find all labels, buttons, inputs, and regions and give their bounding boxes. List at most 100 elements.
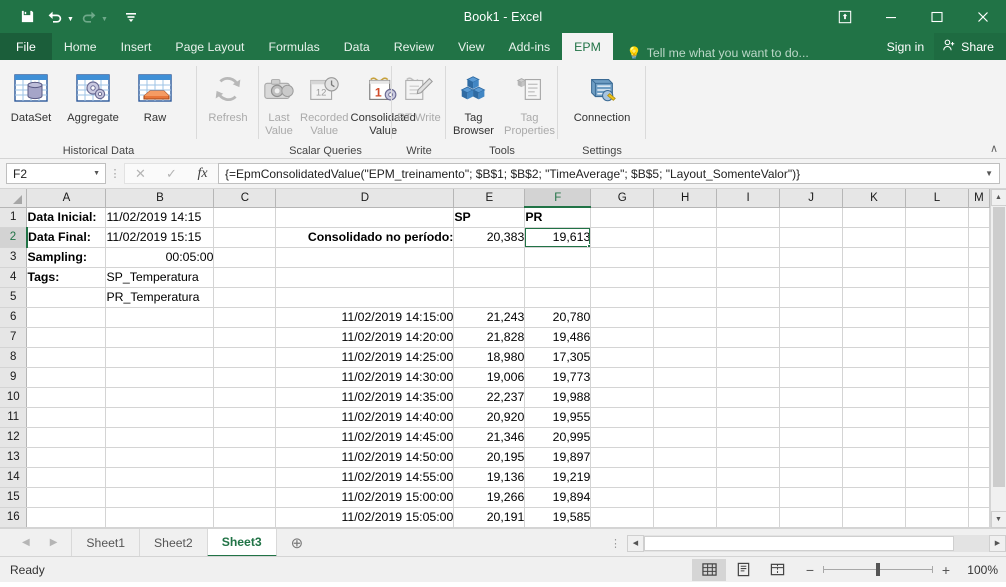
page-layout-view-icon[interactable]	[726, 559, 760, 581]
name-box[interactable]: F2 ▼	[6, 163, 106, 184]
tab-add-ins[interactable]: Add-ins	[496, 33, 562, 60]
cell-b14[interactable]	[106, 467, 214, 487]
row-header-16[interactable]: 16	[0, 507, 27, 527]
cell-k9[interactable]	[843, 367, 906, 387]
row-header-5[interactable]: 5	[0, 287, 27, 307]
cell-d1[interactable]	[276, 207, 454, 227]
cell-l7[interactable]	[905, 327, 968, 347]
cell-e12[interactable]: 21,346	[454, 427, 525, 447]
sheet-tab-sheet2[interactable]: Sheet2	[139, 529, 207, 557]
cell-c6[interactable]	[214, 307, 276, 327]
cell-g4[interactable]	[591, 267, 654, 287]
cell-m10[interactable]	[968, 387, 989, 407]
cell-g14[interactable]	[591, 467, 654, 487]
cell-e1[interactable]: SP	[454, 207, 525, 227]
cell-m9[interactable]	[968, 367, 989, 387]
ribbon-button-recorded-value[interactable]: 12 Recorded Value	[299, 64, 350, 138]
ribbon-button-aggregate[interactable]: Aggregate	[62, 64, 124, 125]
tab-page-layout[interactable]: Page Layout	[163, 33, 256, 60]
column-header-d[interactable]: D	[276, 189, 454, 207]
cell-j12[interactable]	[780, 427, 843, 447]
cell-d9[interactable]: 11/02/2019 14:30:00	[276, 367, 454, 387]
zoom-level-label[interactable]: 100%	[958, 563, 998, 577]
cell-j3[interactable]	[780, 247, 843, 267]
cell-d15[interactable]: 11/02/2019 15:00:00	[276, 487, 454, 507]
tab-epm[interactable]: EPM	[562, 33, 613, 60]
cell-j9[interactable]	[780, 367, 843, 387]
cell-j6[interactable]	[780, 307, 843, 327]
cell-b15[interactable]	[106, 487, 214, 507]
row-header-1[interactable]: 1	[0, 207, 27, 227]
cell-l8[interactable]	[905, 347, 968, 367]
ribbon-button-rt-write[interactable]: RT Write	[392, 64, 446, 125]
cell-k1[interactable]	[843, 207, 906, 227]
cell-c4[interactable]	[214, 267, 276, 287]
cell-k10[interactable]	[843, 387, 906, 407]
cell-c1[interactable]	[214, 207, 276, 227]
cell-h11[interactable]	[654, 407, 717, 427]
scroll-down-icon[interactable]: ▼	[991, 511, 1006, 528]
cell-c11[interactable]	[214, 407, 276, 427]
cell-m4[interactable]	[968, 267, 989, 287]
cell-d8[interactable]: 11/02/2019 14:25:00	[276, 347, 454, 367]
cell-g2[interactable]	[591, 227, 654, 247]
cell-b1[interactable]: 11/02/2019 14:15	[106, 207, 214, 227]
cell-d7[interactable]: 11/02/2019 14:20:00	[276, 327, 454, 347]
sheet-tab-sheet1[interactable]: Sheet1	[71, 529, 139, 557]
collapse-ribbon-icon[interactable]: ∧	[990, 142, 998, 155]
cell-f5[interactable]	[525, 287, 591, 307]
cell-l3[interactable]	[905, 247, 968, 267]
cell-i11[interactable]	[717, 407, 780, 427]
cell-d14[interactable]: 11/02/2019 14:55:00	[276, 467, 454, 487]
cell-l12[interactable]	[905, 427, 968, 447]
cell-g8[interactable]	[591, 347, 654, 367]
normal-view-icon[interactable]	[692, 559, 726, 581]
cell-k3[interactable]	[843, 247, 906, 267]
row-header-8[interactable]: 8	[0, 347, 27, 367]
cell-d4[interactable]	[276, 267, 454, 287]
cell-c13[interactable]	[214, 447, 276, 467]
cell-d16[interactable]: 11/02/2019 15:05:00	[276, 507, 454, 527]
redo-icon[interactable]	[76, 5, 102, 29]
cell-f11[interactable]: 19,955	[525, 407, 591, 427]
column-header-m[interactable]: M	[968, 189, 989, 207]
cell-g11[interactable]	[591, 407, 654, 427]
cell-f9[interactable]: 19,773	[525, 367, 591, 387]
cell-d11[interactable]: 11/02/2019 14:40:00	[276, 407, 454, 427]
cell-b16[interactable]	[106, 507, 214, 527]
cell-g10[interactable]	[591, 387, 654, 407]
cell-c9[interactable]	[214, 367, 276, 387]
cell-g12[interactable]	[591, 427, 654, 447]
page-break-preview-icon[interactable]	[760, 559, 794, 581]
zoom-out-icon[interactable]: −	[804, 562, 816, 578]
vertical-scroll-thumb[interactable]	[993, 207, 1005, 487]
column-header-k[interactable]: K	[843, 189, 906, 207]
cell-i13[interactable]	[717, 447, 780, 467]
column-header-f[interactable]: F	[525, 189, 591, 207]
cell-f6[interactable]: 20,780	[525, 307, 591, 327]
cell-a10[interactable]	[27, 387, 106, 407]
scroll-right-icon[interactable]: ▶	[989, 535, 1006, 552]
cell-e15[interactable]: 19,266	[454, 487, 525, 507]
cell-j5[interactable]	[780, 287, 843, 307]
close-icon[interactable]	[960, 0, 1006, 33]
cell-k14[interactable]	[843, 467, 906, 487]
cell-c7[interactable]	[214, 327, 276, 347]
cell-m11[interactable]	[968, 407, 989, 427]
column-header-c[interactable]: C	[214, 189, 276, 207]
cell-h13[interactable]	[654, 447, 717, 467]
cell-h4[interactable]	[654, 267, 717, 287]
cell-e3[interactable]	[454, 247, 525, 267]
cell-k13[interactable]	[843, 447, 906, 467]
cell-l14[interactable]	[905, 467, 968, 487]
cell-b12[interactable]	[106, 427, 214, 447]
zoom-in-icon[interactable]: +	[940, 562, 952, 578]
row-header-12[interactable]: 12	[0, 427, 27, 447]
row-header-4[interactable]: 4	[0, 267, 27, 287]
tab-review[interactable]: Review	[382, 33, 446, 60]
row-header-9[interactable]: 9	[0, 367, 27, 387]
cell-i6[interactable]	[717, 307, 780, 327]
column-header-h[interactable]: H	[654, 189, 717, 207]
cell-b2[interactable]: 11/02/2019 15:15	[106, 227, 214, 247]
column-header-l[interactable]: L	[905, 189, 968, 207]
